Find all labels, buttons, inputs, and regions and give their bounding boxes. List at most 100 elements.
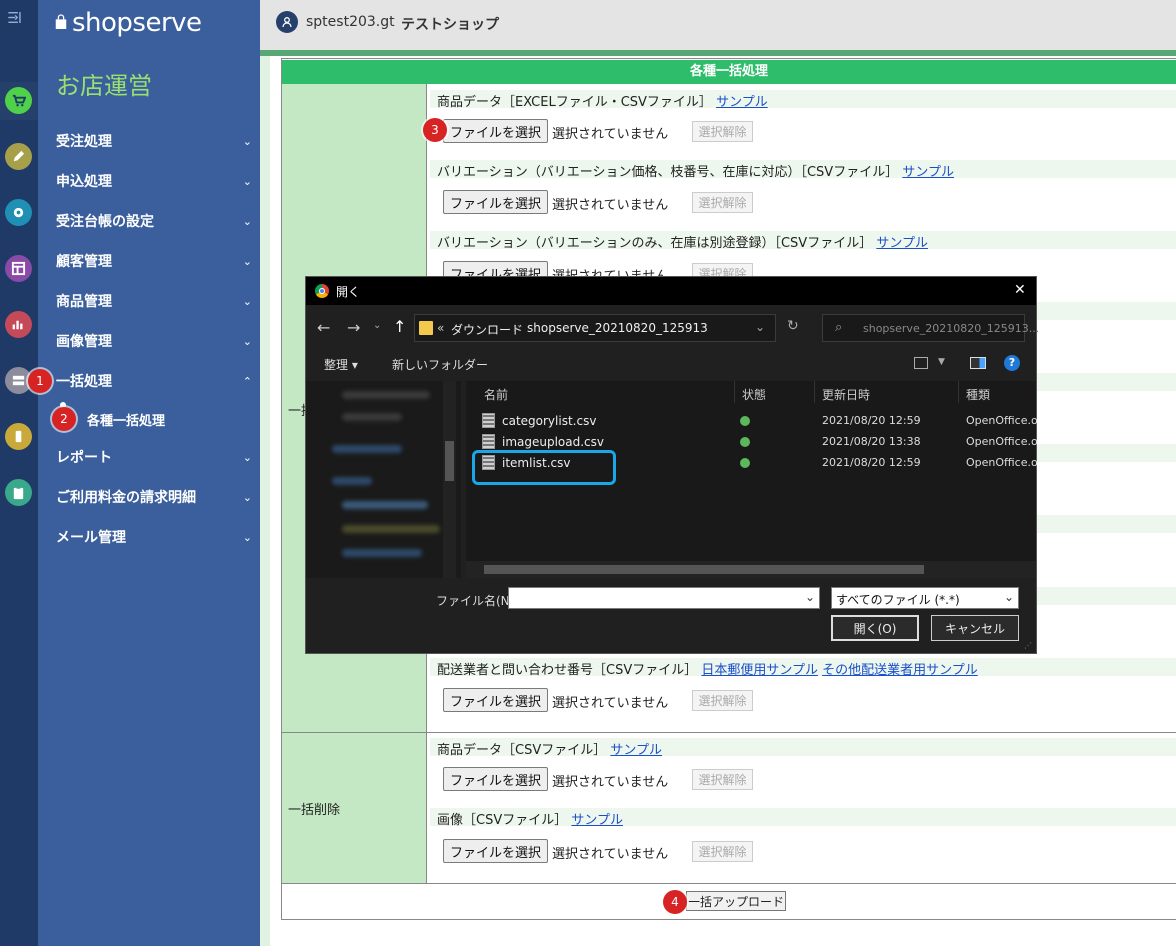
dialog-search-box[interactable]: ⌕ shopserve_20210820_125913...: [822, 314, 1039, 342]
nav-scrollbar-thumb[interactable]: [445, 441, 454, 481]
sidebar-item-bulk[interactable]: 一括処理 ⌃: [56, 370, 252, 392]
refresh-icon[interactable]: ↻: [787, 318, 799, 334]
highlight-box: [472, 450, 616, 485]
panel-header: 各種一括処理: [282, 60, 1176, 84]
column-divider: [814, 381, 815, 403]
chart-icon[interactable]: [5, 311, 32, 338]
back-arrow-icon[interactable]: ←: [317, 318, 330, 337]
sidebar-subitem-bulk-processing[interactable]: 各種一括処理: [87, 410, 165, 429]
no-file-text: 選択されていません: [552, 775, 669, 790]
japan-post-sample-link[interactable]: 日本郵便用サンプル: [701, 663, 818, 678]
folder-icon: [419, 321, 433, 335]
clipboard-icon[interactable]: [5, 479, 32, 506]
column-name[interactable]: 名前: [484, 386, 508, 403]
up-arrow-icon[interactable]: ↑: [393, 317, 406, 336]
filename-dropdown-icon[interactable]: ⌄: [805, 590, 815, 604]
path-dropdown-icon[interactable]: ⌄: [755, 320, 765, 334]
close-icon[interactable]: ✕: [1014, 282, 1026, 298]
file-select-button[interactable]: ファイルを選択: [443, 839, 548, 863]
menu-toggle-icon[interactable]: [7, 10, 29, 32]
column-type[interactable]: 種類: [966, 386, 990, 403]
sample-link[interactable]: サンプル: [716, 95, 768, 110]
view-dropdown-icon[interactable]: ▼: [938, 357, 945, 367]
file-row[interactable]: categorylist.csv 2021/08/20 12:59 OpenOf…: [466, 411, 1038, 431]
cart-icon[interactable]: [5, 87, 32, 114]
column-modified[interactable]: 更新日時: [822, 386, 870, 403]
sidebar-item-billing[interactable]: ご利用料金の請求明細 ⌄: [56, 486, 252, 508]
sidebar-item-image[interactable]: 画像管理 ⌄: [56, 330, 252, 352]
clear-selection-button[interactable]: 選択解除: [692, 192, 753, 213]
synced-check-icon: [740, 416, 750, 426]
horizontal-scrollbar[interactable]: [466, 561, 1036, 578]
logo[interactable]: shopserve: [54, 8, 202, 38]
preview-pane-icon[interactable]: [970, 357, 986, 369]
view-options-icon[interactable]: [914, 357, 928, 369]
no-file-text: 選択されていません: [552, 127, 669, 142]
file-type-filter[interactable]: すべてのファイル (*.*) ⌄: [831, 587, 1019, 609]
file-row[interactable]: imageupload.csv 2021/08/20 13:38 OpenOff…: [466, 432, 1038, 452]
layout-icon[interactable]: [5, 255, 32, 282]
navigation-pane[interactable]: [306, 381, 461, 578]
file-open-dialog: 開く ✕ ← → ⌄ ↑ « ダウンロード › shopserve_202108…: [305, 276, 1039, 654]
help-icon[interactable]: ?: [1004, 355, 1020, 371]
edit-icon[interactable]: [5, 143, 32, 170]
organize-menu[interactable]: 整理 ▾: [324, 356, 358, 373]
filter-dropdown-icon[interactable]: ⌄: [1004, 590, 1014, 604]
phone-icon[interactable]: [5, 423, 32, 450]
blurred-item: [332, 445, 402, 453]
dialog-titlebar: 開く ✕: [306, 277, 1036, 305]
row-label-delete-text: 一括削除: [288, 803, 341, 818]
sidebar-item-order[interactable]: 受注処理 ⌄: [56, 130, 252, 152]
sidebar-item-mail[interactable]: メール管理 ⌄: [56, 526, 252, 548]
resize-grip-icon[interactable]: ⋰: [1024, 641, 1032, 650]
clear-selection-button[interactable]: 選択解除: [692, 841, 753, 862]
file-select-button[interactable]: ファイルを選択: [443, 688, 548, 712]
sidebar-item-product[interactable]: 商品管理 ⌄: [56, 290, 252, 312]
clear-selection-button[interactable]: 選択解除: [692, 769, 753, 790]
horizontal-scrollbar-thumb[interactable]: [484, 565, 924, 574]
clear-selection-button[interactable]: 選択解除: [692, 121, 753, 142]
gear-icon[interactable]: [5, 199, 32, 226]
path-folder[interactable]: shopserve_20210820_125913: [527, 321, 708, 335]
chevron-down-icon: ⌄: [242, 134, 252, 148]
sidebar-item-customer[interactable]: 顧客管理 ⌄: [56, 250, 252, 272]
sample-link[interactable]: サンプル: [610, 743, 662, 758]
blurred-item: [342, 501, 428, 509]
address-bar[interactable]: « ダウンロード › shopserve_20210820_125913 ⌄: [414, 314, 776, 342]
file-type: OpenOffice.o: [966, 456, 1038, 469]
bulk-upload-button[interactable]: 一括アップロード: [686, 891, 786, 911]
path-separator: ›: [513, 321, 518, 335]
column-status[interactable]: 状態: [742, 386, 766, 403]
file-select-button[interactable]: ファイルを選択: [443, 767, 548, 791]
open-button[interactable]: 開く(O): [831, 615, 919, 641]
other-carrier-sample-link[interactable]: その他配送業者用サンプル: [822, 663, 978, 678]
file-select-button[interactable]: ファイルを選択: [443, 190, 548, 214]
file-modified: 2021/08/20 13:38: [822, 435, 921, 448]
file-name: imageupload.csv: [502, 435, 605, 449]
blurred-item: [342, 549, 422, 557]
sidebar-item-report[interactable]: レポート ⌄: [56, 446, 252, 468]
forward-arrow-icon[interactable]: →: [347, 318, 360, 337]
step-badge: 2: [52, 407, 76, 431]
filename-input[interactable]: ⌄: [508, 587, 820, 609]
blurred-item: [342, 391, 430, 399]
sidebar-item-ledger[interactable]: 受注台帳の設定 ⌄: [56, 210, 252, 232]
chevron-down-icon: ⌄: [242, 294, 252, 308]
bag-icon: [54, 8, 68, 38]
sample-link[interactable]: サンプル: [571, 813, 623, 828]
shop-name: テストショップ: [401, 17, 499, 33]
file-select-button[interactable]: ファイルを選択: [443, 119, 548, 143]
step-badge: 1: [28, 369, 52, 393]
cancel-button[interactable]: キャンセル: [931, 615, 1019, 641]
sample-link[interactable]: サンプル: [876, 236, 928, 251]
file-type: OpenOffice.o: [966, 435, 1038, 448]
clear-selection-button[interactable]: 選択解除: [692, 690, 753, 711]
recent-dropdown-icon[interactable]: ⌄: [373, 320, 381, 331]
sample-link[interactable]: サンプル: [902, 165, 954, 180]
new-folder-button[interactable]: 新しいフォルダー: [392, 356, 488, 373]
synced-check-icon: [740, 437, 750, 447]
chrome-icon: [315, 284, 329, 298]
accent-strip: [260, 50, 1176, 56]
user-avatar-icon[interactable]: [276, 11, 298, 33]
sidebar-item-application[interactable]: 申込処理 ⌄: [56, 170, 252, 192]
